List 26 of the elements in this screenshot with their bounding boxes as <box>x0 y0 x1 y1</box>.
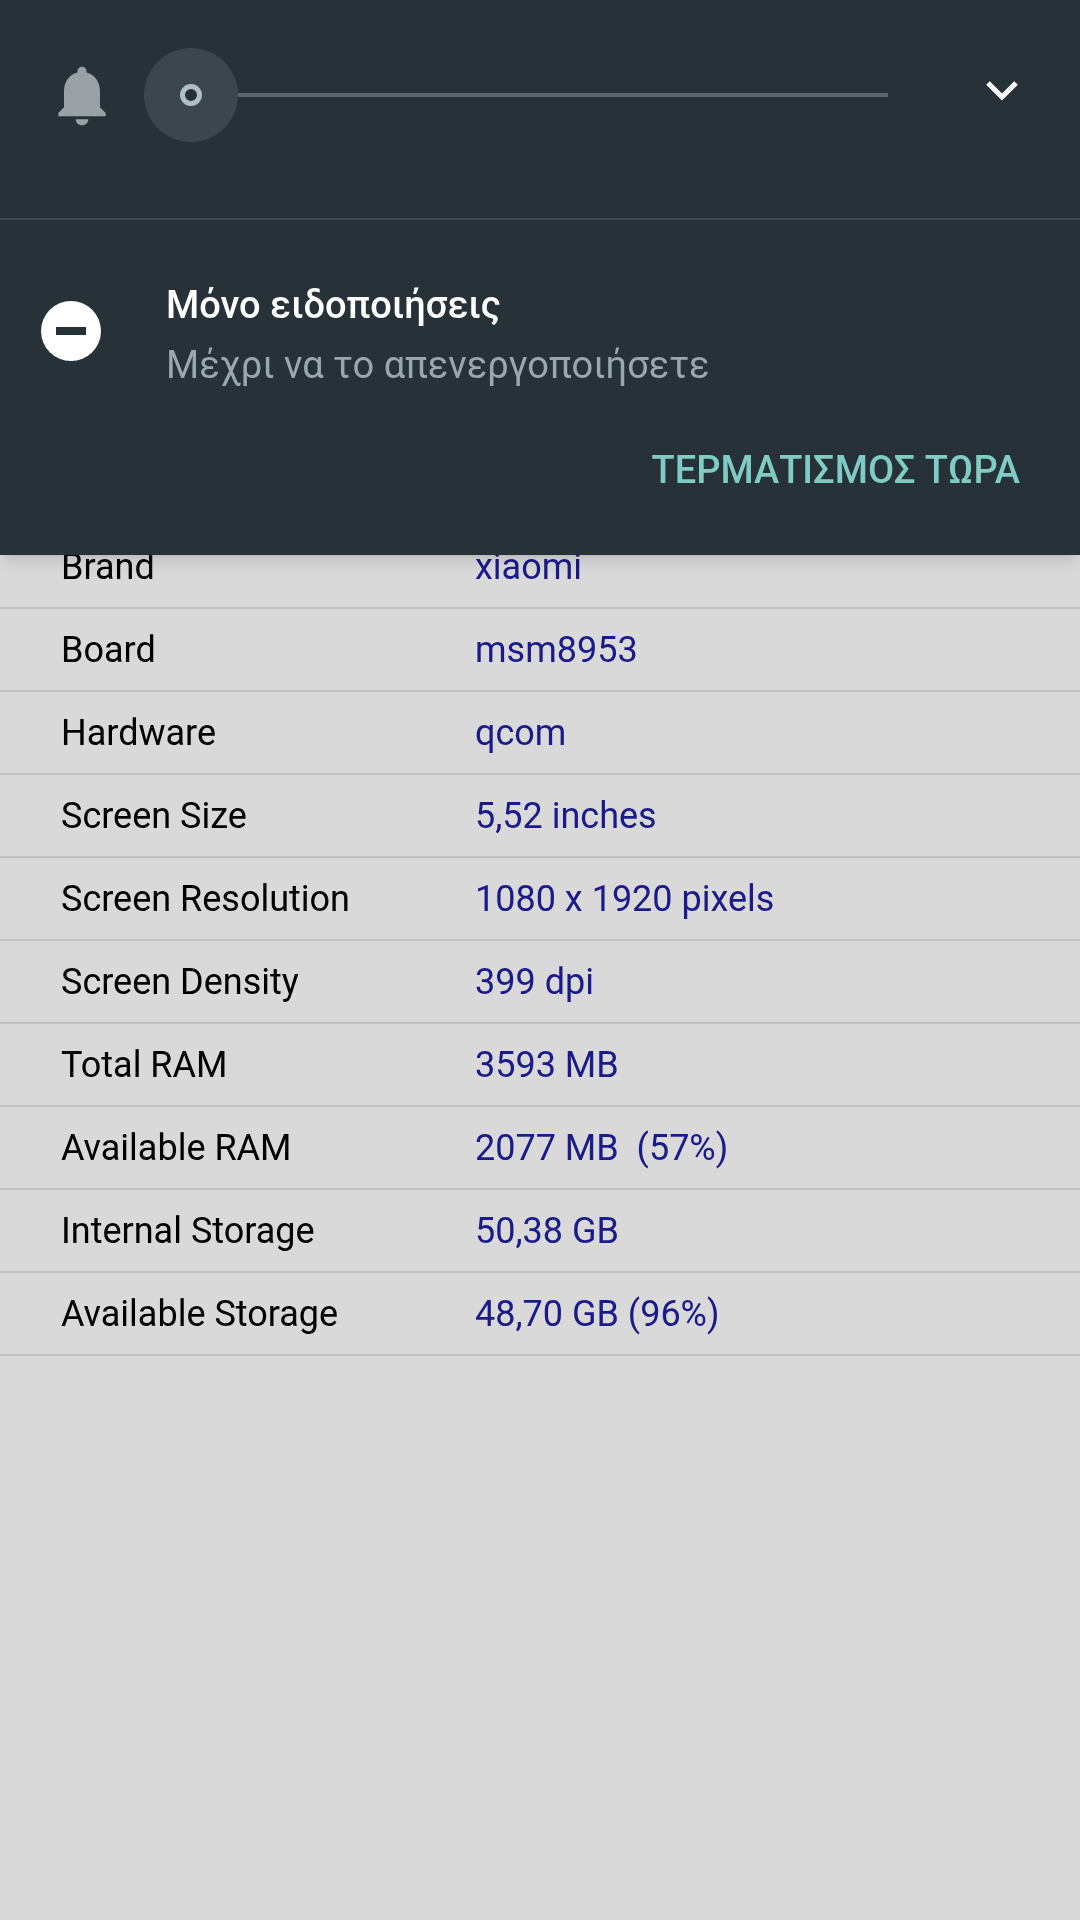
row-value: xiaomi <box>475 544 583 590</box>
dnd-title: Μόνο ειδοποιήσεις <box>166 282 501 329</box>
row-label: Board <box>61 627 157 673</box>
row-label: Brand <box>61 544 156 590</box>
row-value: 3593 MB <box>475 1042 619 1088</box>
row-label: Screen Size <box>61 793 248 839</box>
row-value: 1080 x 1920 pixels <box>475 876 775 922</box>
row-label: Total RAM <box>61 1042 229 1088</box>
dnd-subtitle: Μέχρι να το απενεργοποιήσετε <box>166 342 710 389</box>
row-value: qcom <box>475 710 567 756</box>
row-label: Screen Resolution <box>61 876 351 922</box>
row-value: 5,52 inches <box>475 793 657 839</box>
end-now-button[interactable]: ΤΕΡΜΑΤΙΣΜΟΣ ΤΩΡΑ <box>651 442 1020 499</box>
row-label: Hardware <box>61 710 218 756</box>
row-value: 50,38 GB <box>475 1208 619 1254</box>
row-value: msm8953 <box>475 627 638 673</box>
row-value: 2077 MB (57%) <box>475 1125 729 1171</box>
row-value: 399 dpi <box>475 959 594 1005</box>
row-value: 48,70 GB (96%) <box>475 1291 720 1337</box>
row-label: Screen Density <box>61 959 300 1005</box>
bell-icon[interactable] <box>55 66 109 126</box>
chevron-down-icon[interactable] <box>985 80 1019 102</box>
row-label: Internal Storage <box>61 1208 316 1254</box>
row-label: Available RAM <box>61 1125 293 1171</box>
do-not-disturb-icon <box>41 301 101 361</box>
row-label: Available Storage <box>61 1291 340 1337</box>
